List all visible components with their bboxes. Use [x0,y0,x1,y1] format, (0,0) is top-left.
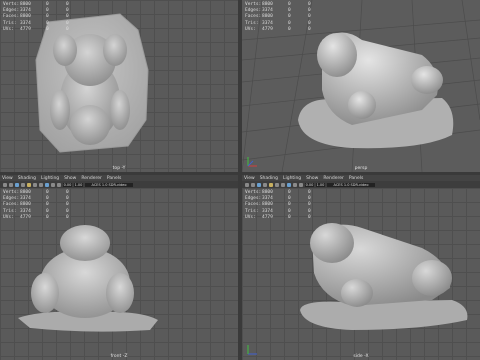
menu-panels[interactable]: Panels [349,176,363,181]
menu-shading[interactable]: Shading [18,176,36,181]
viewport-label: front -Z [110,354,128,359]
menu-view[interactable]: View [244,176,255,181]
menu-show[interactable]: Show [306,176,318,181]
hud-v1: 4779 [262,26,273,32]
hud-label: UVs: [3,26,14,32]
poly-count-hud: Verts: 8800 0 0 Edges: 3374 0 0 Faces: 8800 0 0 Tris… [245,190,324,221]
hud-v3: 0 [308,214,311,220]
menu-view[interactable]: View [2,176,13,181]
menu-panels[interactable]: Panels [107,176,121,181]
viewport-side[interactable]: Verts: 8800 0 0 Edges: 3374 0 0 Faces: 8800 0 0 Tris… [242,188,480,360]
hud-label: UVs: [245,214,256,220]
shadow-icon[interactable] [293,182,297,187]
hud-row: UVs: 4779 0 0 [245,215,324,221]
shaded-icon[interactable] [275,182,279,187]
hud-v2: 0 [46,26,49,32]
gamma-field[interactable]: 1.00 [316,182,325,187]
select-icon[interactable] [245,182,249,187]
bookmark-icon[interactable] [15,182,19,187]
hud-v3: 0 [66,26,69,32]
hud-v2: 0 [288,26,291,32]
hud-v2: 0 [46,214,49,220]
axis-gizmo [247,157,257,167]
texture-icon[interactable] [281,182,285,187]
menu-renderer[interactable]: Renderer [81,176,102,181]
viewport-label: persp [354,166,368,171]
viewport-persp[interactable]: Verts: 8800 0 0 Edges: 3374 0 0 Faces: 8800 0 0 Tris… [242,0,480,172]
viewport-front[interactable]: Verts: 8800 0 0 Edges: 3374 0 0 Faces: 8800 0 0 Tris… [0,188,238,360]
camera-icon[interactable] [9,182,13,187]
menu-show[interactable]: Show [64,176,76,181]
wireframe-icon[interactable] [269,182,273,187]
hud-v3: 0 [66,214,69,220]
axis-gizmo [247,345,257,355]
shadow-icon[interactable] [51,182,55,187]
viewport-divider-vertical[interactable] [238,0,242,360]
menu-lighting[interactable]: Lighting [283,176,301,181]
menu-lighting[interactable]: Lighting [41,176,59,181]
hud-v1: 4779 [20,26,31,32]
color-space-field[interactable]: ACES 1.0 SDR-video [327,182,375,187]
light-icon[interactable] [45,182,49,187]
light-icon[interactable] [287,182,291,187]
hud-label: UVs: [245,26,256,32]
grid-icon[interactable] [21,182,25,187]
viewport-top[interactable]: Verts: 8800 0 0 Edges: 3374 0 0 Faces: 8800 0 0 Tris… [0,0,238,172]
viewport-label: side -X [353,354,369,359]
hud-label: UVs: [3,214,14,220]
color-space-field[interactable]: ACES 1.0 SDR-video [85,182,133,187]
poly-count-hud: Verts: 8800 0 0 Edges: 3374 0 0 Faces: 8800 0 0 Tris… [3,2,82,33]
select-icon[interactable] [3,182,7,187]
texture-icon[interactable] [39,182,43,187]
toolbar-bottom-left: 0.00 1.00 ACES 1.0 SDR-video [0,181,238,188]
hud-v1: 4779 [262,214,273,220]
poly-count-hud: Verts: 8800 0 0 Edges: 3374 0 0 Faces: 8800 0 0 Tris… [245,2,324,33]
hud-v2: 0 [288,214,291,220]
bookmark-icon[interactable] [257,182,261,187]
hud-row: UVs: 4779 0 0 [3,215,82,221]
xray-icon[interactable] [299,182,303,187]
hud-row: UVs: 4779 0 0 [3,27,82,33]
wireframe-icon[interactable] [27,182,31,187]
viewport-label: top -Y [112,166,126,171]
menu-shading[interactable]: Shading [260,176,278,181]
grid-icon[interactable] [263,182,267,187]
toolbar-bottom-right: 0.00 1.00 ACES 1.0 SDR-video [242,181,480,188]
poly-count-hud: Verts: 8800 0 0 Edges: 3374 0 0 Faces: 8800 0 0 Tris… [3,190,82,221]
exposure-field[interactable]: 0.00 [305,182,314,187]
hud-v1: 4779 [20,214,31,220]
camera-icon[interactable] [251,182,255,187]
xray-icon[interactable] [57,182,61,187]
hud-v3: 0 [308,26,311,32]
menu-renderer[interactable]: Renderer [323,176,344,181]
viewport-divider-horizontal[interactable] [0,172,480,175]
gamma-field[interactable]: 1.00 [74,182,83,187]
shaded-icon[interactable] [33,182,37,187]
exposure-field[interactable]: 0.00 [63,182,72,187]
hud-row: UVs: 4779 0 0 [245,27,324,33]
